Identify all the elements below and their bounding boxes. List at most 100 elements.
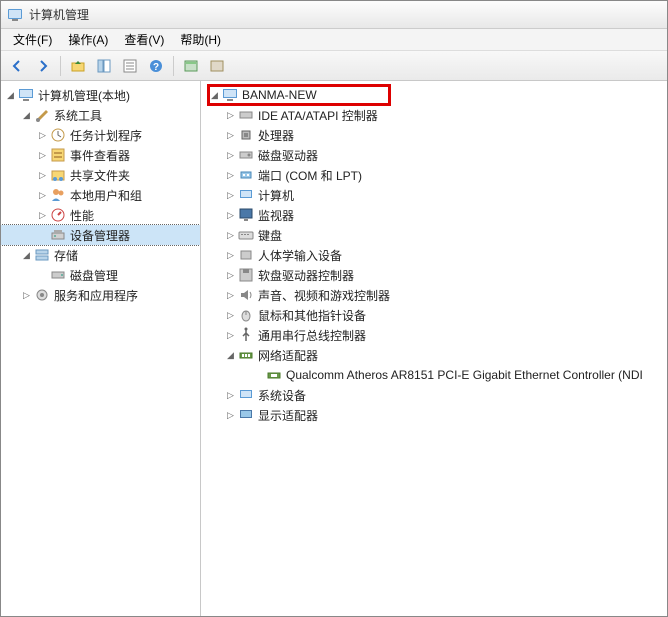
expander-icon[interactable]: ▷ [225, 230, 236, 241]
device-keyboards[interactable]: ▷ 键盘 [201, 225, 667, 245]
network-icon [238, 347, 254, 363]
device-nic-qualcomm[interactable]: Qualcomm Atheros AR8151 PCI-E Gigabit Et… [201, 365, 667, 385]
tree-label: Qualcomm Atheros AR8151 PCI-E Gigabit Et… [286, 368, 643, 382]
tree-label: 声音、视频和游戏控制器 [258, 287, 390, 304]
device-monitors[interactable]: ▷ 监视器 [201, 205, 667, 225]
tree-label: 键盘 [258, 227, 282, 244]
tree-label: 磁盘驱动器 [258, 147, 318, 164]
expander-icon[interactable]: ▷ [37, 170, 48, 181]
tree-label: 计算机管理(本地) [38, 87, 130, 104]
device-usb[interactable]: ▷通用串行总线控制器 [201, 325, 667, 345]
up-button[interactable] [66, 54, 90, 78]
device-network-adapters[interactable]: ◢网络适配器 [201, 345, 667, 365]
device-disk-drives[interactable]: ▷ 磁盘驱动器 [201, 145, 667, 165]
expander-icon[interactable]: ▷ [225, 190, 236, 201]
tree-performance[interactable]: ▷ 性能 [1, 205, 200, 225]
expander-icon[interactable]: ◢ [21, 110, 32, 121]
menu-file[interactable]: 文件(F) [5, 29, 60, 50]
expander-icon[interactable]: ▷ [225, 170, 236, 181]
content-area: ◢ 计算机管理(本地) ◢ 系统工具 ▷ 任务计划程序 ▷ 事件查看器 ▷ [1, 81, 667, 616]
tree-label: 系统工具 [54, 107, 102, 124]
expander-icon[interactable]: ▷ [225, 310, 236, 321]
expander-icon[interactable]: ▷ [225, 210, 236, 221]
tree-device-manager[interactable]: 设备管理器 [1, 225, 200, 245]
hid-icon [238, 247, 254, 263]
toolbar-separator [173, 56, 174, 76]
tree-task-scheduler[interactable]: ▷ 任务计划程序 [1, 125, 200, 145]
svg-text:?: ? [153, 62, 159, 73]
properties-button[interactable] [118, 54, 142, 78]
expander-icon[interactable]: ▷ [225, 250, 236, 261]
expander-icon[interactable]: ▷ [37, 150, 48, 161]
monitor-icon [238, 207, 254, 223]
tree-label: 监视器 [258, 207, 294, 224]
expander-icon[interactable]: ▷ [225, 270, 236, 281]
expander-icon[interactable]: ◢ [21, 250, 32, 261]
expander-icon[interactable]: ▷ [37, 130, 48, 141]
tree-services-apps[interactable]: ▷ 服务和应用程序 [1, 285, 200, 305]
tree-label: 事件查看器 [70, 147, 130, 164]
tree-root-computer-management[interactable]: ◢ 计算机管理(本地) [1, 85, 200, 105]
toolbar-separator [60, 56, 61, 76]
menu-view[interactable]: 查看(V) [116, 29, 172, 50]
tree-label: 人体学输入设备 [258, 247, 342, 264]
computer-small-icon [238, 187, 254, 203]
views-icon [96, 58, 112, 74]
device-sound[interactable]: ▷ 声音、视频和游戏控制器 [201, 285, 667, 305]
expander-icon[interactable]: ▷ [225, 410, 236, 421]
extra-icon [209, 58, 225, 74]
properties-icon [122, 58, 138, 74]
expander-icon[interactable]: ▷ [225, 390, 236, 401]
device-system-devices[interactable]: ▷系统设备 [201, 385, 667, 405]
help-button[interactable]: ? [144, 54, 168, 78]
expander-icon[interactable]: ◢ [225, 350, 236, 361]
menu-help[interactable]: 帮助(H) [172, 29, 229, 50]
device-hid[interactable]: ▷ 人体学输入设备 [201, 245, 667, 265]
device-computers[interactable]: ▷计算机 [201, 185, 667, 205]
device-mice[interactable]: ▷鼠标和其他指针设备 [201, 305, 667, 325]
tree-label: 处理器 [258, 127, 294, 144]
device-ide-controllers[interactable]: ▷ IDE ATA/ATAPI 控制器 [201, 105, 667, 125]
tree-disk-management[interactable]: 磁盘管理 [1, 265, 200, 285]
refresh-button[interactable] [179, 54, 203, 78]
tree-label: IDE ATA/ATAPI 控制器 [258, 107, 378, 124]
tree-event-viewer[interactable]: ▷ 事件查看器 [1, 145, 200, 165]
device-tree-root[interactable]: ◢ BANMA-NEW [201, 85, 667, 105]
expander-icon[interactable]: ▷ [21, 290, 32, 301]
menu-action[interactable]: 操作(A) [60, 29, 116, 50]
tree-storage[interactable]: ◢ 存储 [1, 245, 200, 265]
expander-icon[interactable]: ▷ [225, 150, 236, 161]
clock-icon [50, 127, 66, 143]
expander-icon[interactable]: ▷ [225, 290, 236, 301]
tree-shared-folders[interactable]: ▷ 共享文件夹 [1, 165, 200, 185]
event-viewer-icon [50, 147, 66, 163]
expander-icon[interactable]: ◢ [209, 90, 220, 101]
cpu-icon [238, 127, 254, 143]
expander-icon[interactable]: ▷ [225, 130, 236, 141]
forward-button[interactable] [31, 54, 55, 78]
tree-label: BANMA-NEW [242, 88, 317, 102]
device-ports[interactable]: ▷端口 (COM 和 LPT) [201, 165, 667, 185]
device-display-adapters[interactable]: ▷显示适配器 [201, 405, 667, 425]
device-processors[interactable]: ▷ 处理器 [201, 125, 667, 145]
disk-drive-icon [238, 147, 254, 163]
expander-icon[interactable]: ◢ [5, 90, 16, 101]
expander-icon[interactable]: ▷ [37, 190, 48, 201]
shared-folder-icon [50, 167, 66, 183]
tree-local-users[interactable]: ▷ 本地用户和组 [1, 185, 200, 205]
tree-label: 性能 [70, 207, 94, 224]
tree-label: 存储 [54, 247, 78, 264]
expander-icon[interactable]: ▷ [225, 110, 236, 121]
show-hide-tree-button[interactable] [92, 54, 116, 78]
expander-icon[interactable]: ▷ [225, 330, 236, 341]
expander-icon[interactable]: ▷ [37, 210, 48, 221]
forward-arrow-icon [35, 58, 51, 74]
tree-label: 软盘驱动器控制器 [258, 267, 354, 284]
device-floppy-controllers[interactable]: ▷ 软盘驱动器控制器 [201, 265, 667, 285]
storage-icon [34, 247, 50, 263]
tree-system-tools[interactable]: ◢ 系统工具 [1, 105, 200, 125]
back-button[interactable] [5, 54, 29, 78]
extra-button[interactable] [205, 54, 229, 78]
tree-label: 任务计划程序 [70, 127, 142, 144]
back-arrow-icon [9, 58, 25, 74]
